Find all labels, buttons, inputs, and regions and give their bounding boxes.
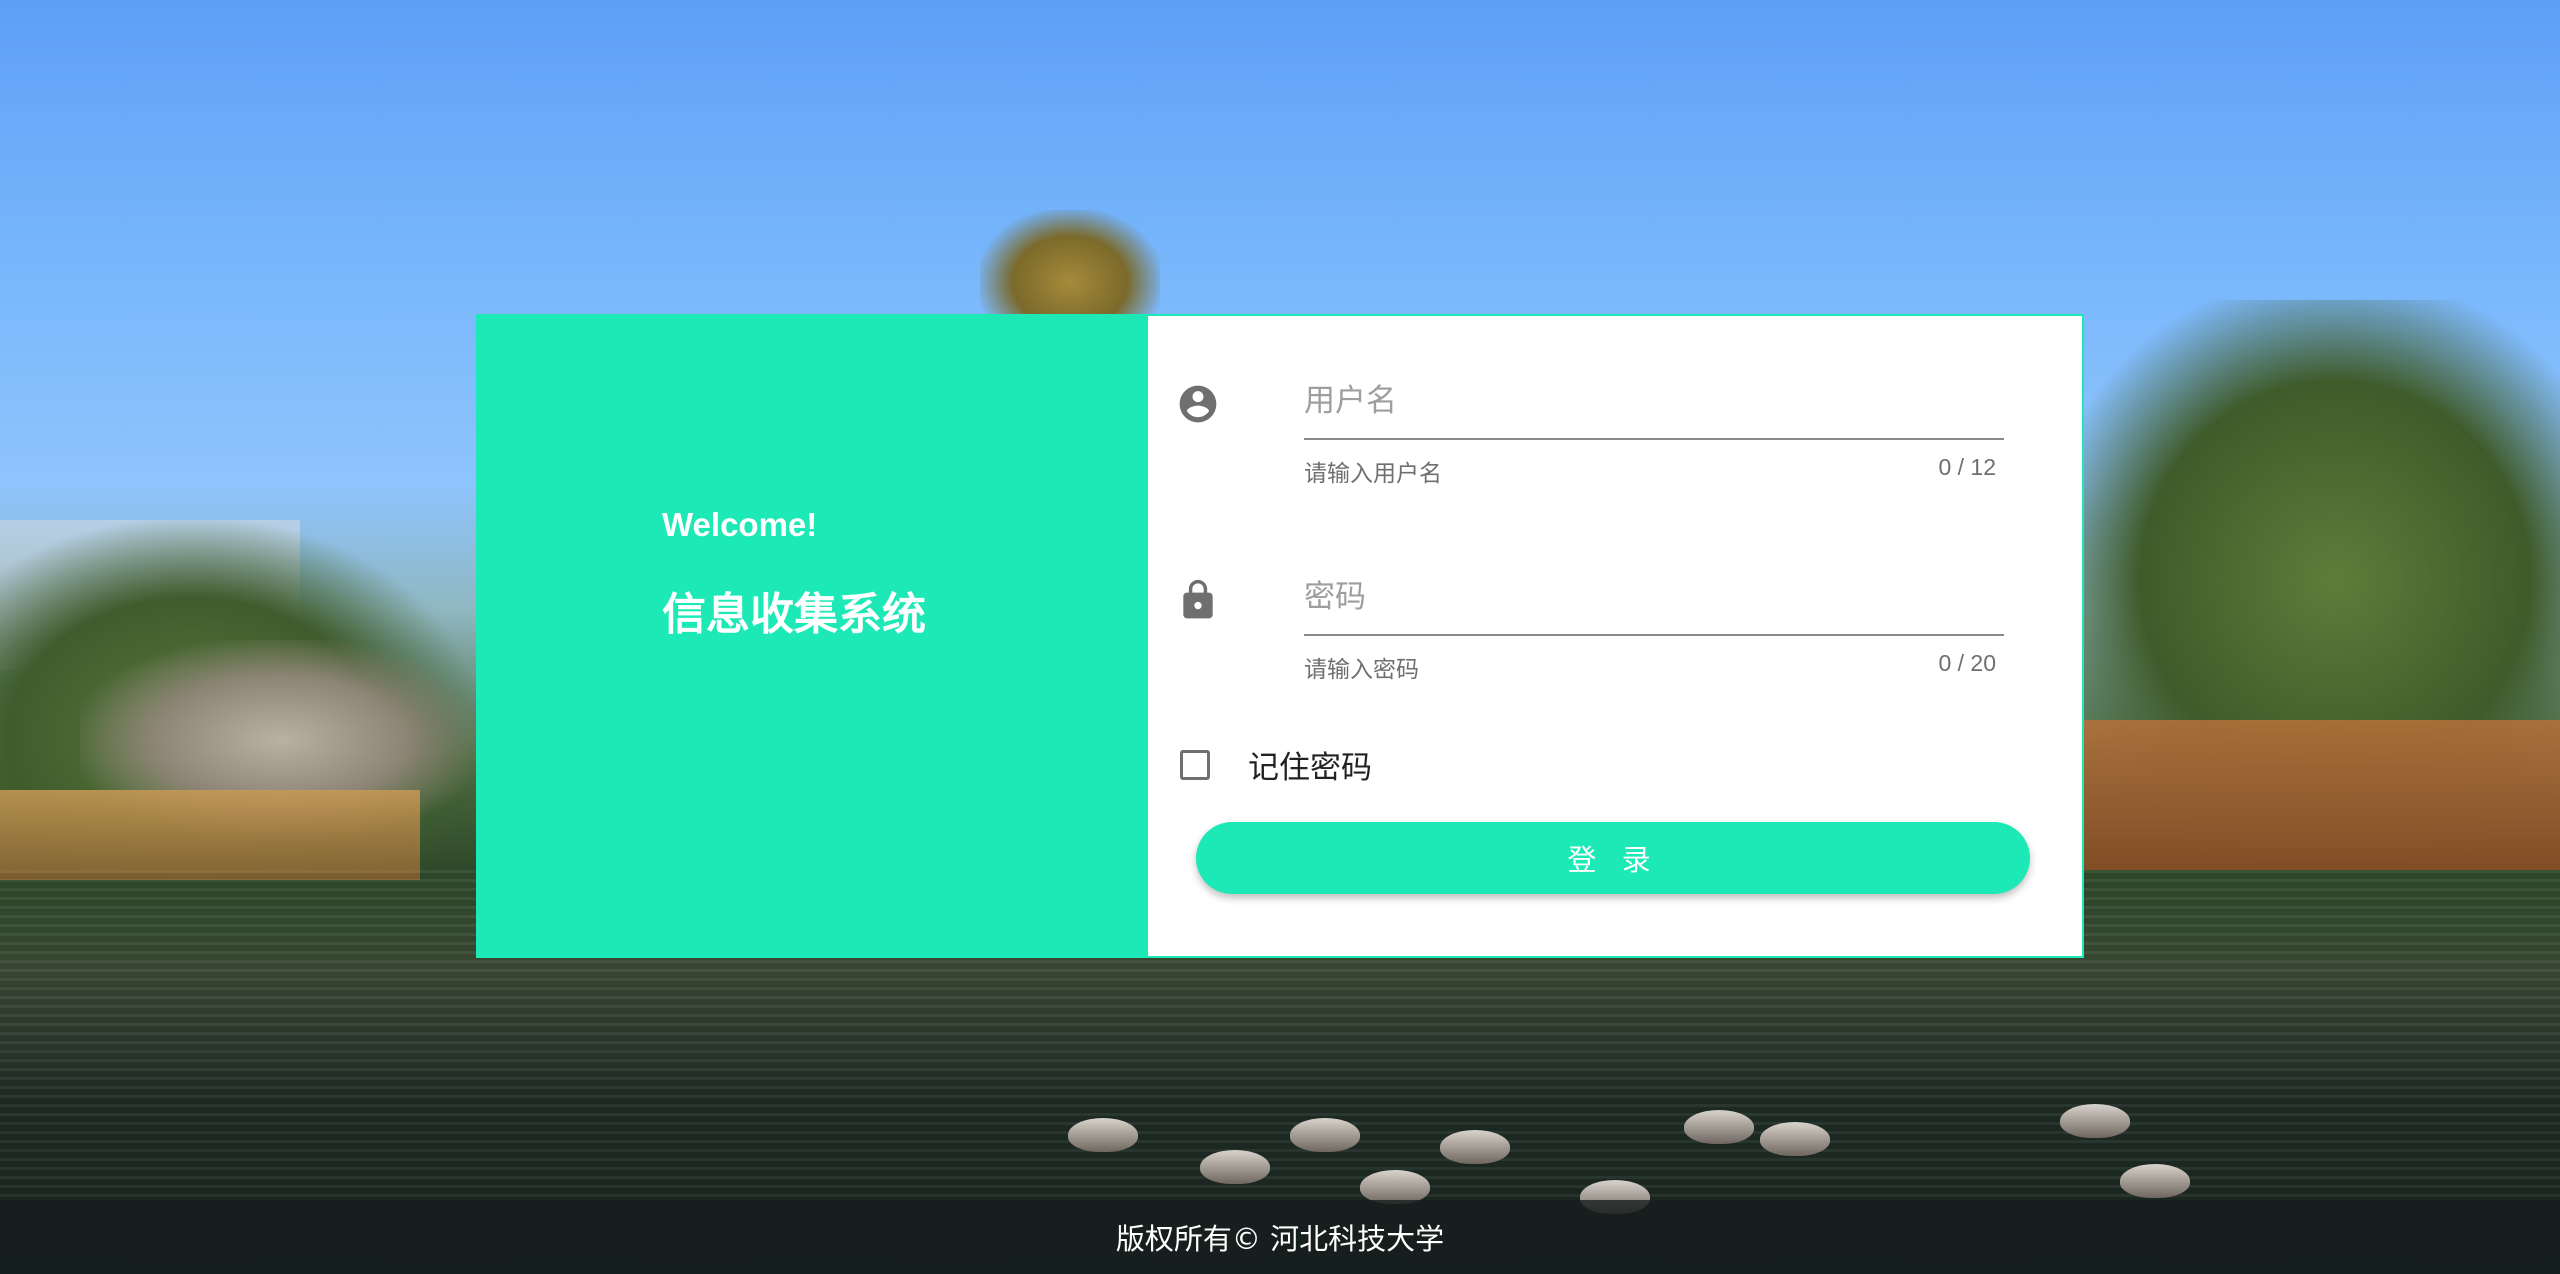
password-counter: 0 / 20 — [1938, 650, 1996, 676]
username-counter: 0 / 12 — [1938, 454, 1996, 480]
background-goose — [1440, 1130, 1510, 1164]
background-reeds-right — [2080, 720, 2560, 870]
lock-icon — [1183, 579, 1213, 619]
copyright-text: 版权所有© 河北科技大学 — [1115, 1222, 1445, 1256]
remember-password-checkbox[interactable] — [1180, 749, 1210, 780]
background-goose — [1068, 1118, 1138, 1152]
background-goose — [1360, 1170, 1430, 1204]
password-input[interactable] — [1304, 560, 2004, 636]
background-goose — [2060, 1104, 2130, 1138]
username-input[interactable] — [1304, 364, 2004, 440]
footer: 版权所有© 河北科技大学 — [0, 1200, 2560, 1274]
background-goose — [2120, 1164, 2190, 1198]
background-goose — [1290, 1118, 1360, 1152]
background-rocks — [80, 640, 480, 840]
background-reeds-left — [0, 790, 420, 880]
background-goose — [1760, 1122, 1830, 1156]
background-building — [0, 520, 300, 670]
account-circle-icon — [1179, 385, 1217, 423]
welcome-heading: Welcome! — [662, 506, 818, 543]
remember-password-row[interactable]: 记住密码 — [1180, 742, 1372, 787]
background-trees-left — [0, 520, 480, 880]
username-hint: 请输入用户名 — [1304, 461, 1442, 487]
login-button[interactable]: 登 录 — [1196, 822, 2030, 894]
background-tree-top — [980, 210, 1160, 330]
password-hint: 请输入密码 — [1304, 657, 1419, 683]
login-form: 请输入用户名 0 / 12 请输入密码 0 / 20 记住密码 登 录 — [1148, 316, 2082, 956]
welcome-panel: Welcome! 信息收集系统 — [478, 316, 1148, 956]
background-goose — [1200, 1150, 1270, 1184]
system-title: 信息收集系统 — [662, 589, 926, 640]
background-goose — [1684, 1110, 1754, 1144]
background-willow-right — [2060, 300, 2560, 860]
remember-password-label[interactable]: 记住密码 — [1248, 742, 1372, 787]
login-card: Welcome! 信息收集系统 请输入用户名 0 / 12 请输入密码 0 — [478, 316, 2082, 956]
login-page: Welcome! 信息收集系统 请输入用户名 0 / 12 请输入密码 0 — [0, 0, 2560, 1274]
